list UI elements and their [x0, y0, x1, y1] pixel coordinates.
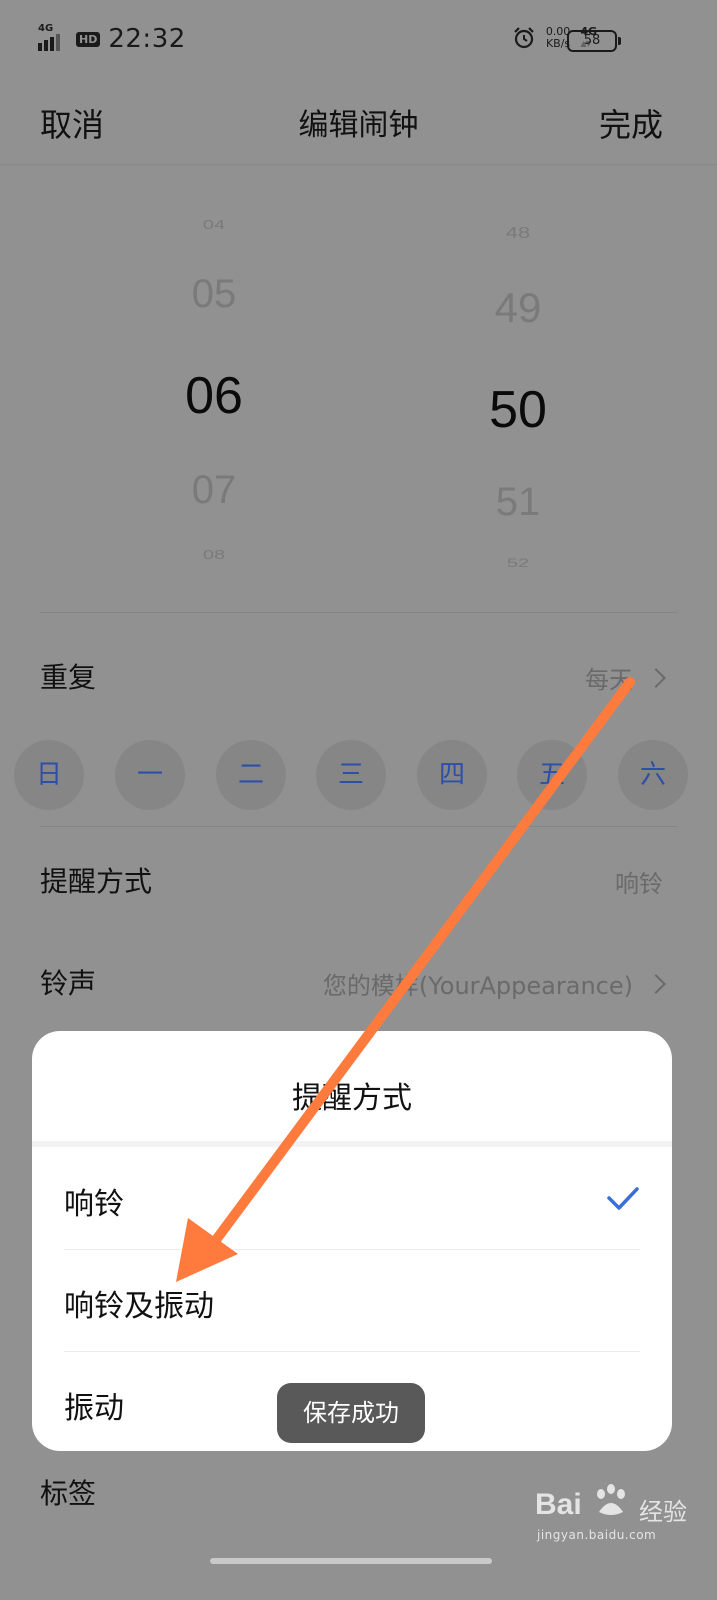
screen: 4G HD 22:32 0.00 KB/s 4G ▲▼ 58 取消 编辑闹钟 完… — [0, 0, 717, 1600]
paw-icon — [597, 1484, 625, 1515]
watermark-logo: Bai — [535, 1488, 582, 1521]
home-indicator[interactable] — [210, 1558, 492, 1564]
baidu-watermark: Bai 经验 jingyan.baidu.com — [535, 1484, 695, 1548]
watermark-cn: 经验 — [639, 1498, 687, 1526]
watermark-url: jingyan.baidu.com — [537, 1528, 657, 1542]
annotation-arrow-icon — [176, 677, 635, 1282]
